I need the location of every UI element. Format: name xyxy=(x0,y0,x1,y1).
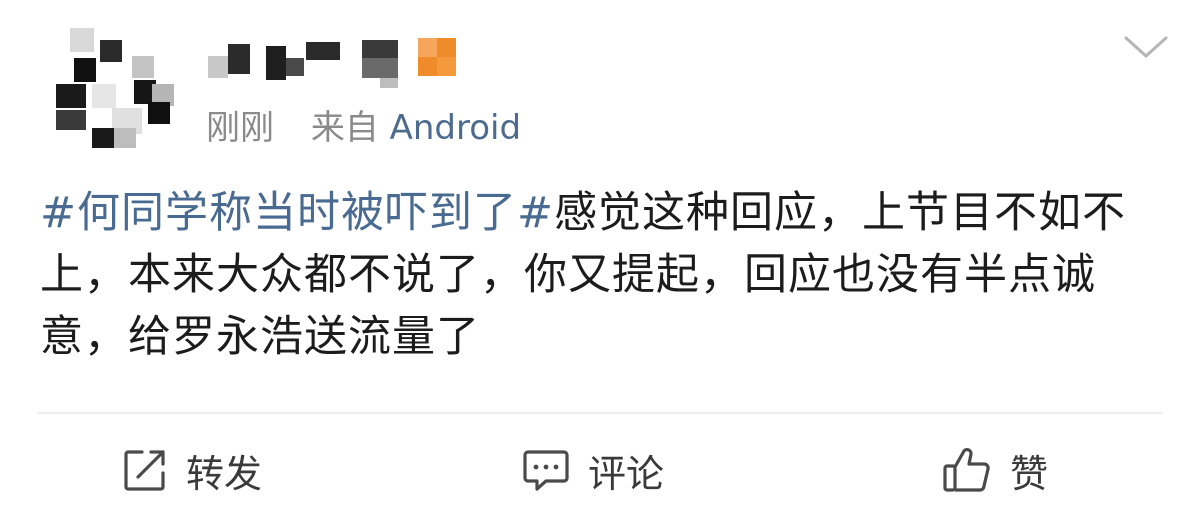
share-icon xyxy=(124,450,165,491)
avatar-pixel xyxy=(92,84,116,108)
avatar-pixel xyxy=(56,84,86,108)
comment-button[interactable]: 评论 xyxy=(522,438,664,502)
username-pixel xyxy=(266,46,286,80)
comment-label: 评论 xyxy=(588,451,665,496)
repost-button[interactable]: 转发 xyxy=(122,438,262,502)
comment-icon xyxy=(523,450,569,491)
avatar-pixel xyxy=(92,128,114,148)
post-time: 刚刚 xyxy=(206,108,274,148)
post-source-prefix: 来自 xyxy=(310,108,379,148)
thumbs-up-icon xyxy=(943,448,990,492)
username-pixel xyxy=(228,44,250,74)
avatar-pixel xyxy=(114,128,136,148)
username-pixel xyxy=(380,78,398,88)
username[interactable] xyxy=(206,36,466,88)
avatar-pixel xyxy=(148,102,170,124)
like-button[interactable]: 赞 xyxy=(942,438,1048,502)
avatar-pixel xyxy=(56,110,86,130)
username-pixel xyxy=(286,58,304,76)
repost-label: 转发 xyxy=(186,451,263,496)
username-pixel xyxy=(306,42,340,60)
post-source[interactable]: Android xyxy=(390,108,521,148)
vip-badge-svg xyxy=(418,38,456,76)
username-pixel xyxy=(362,58,398,78)
chevron-down-icon[interactable] xyxy=(1122,30,1170,62)
chevron-svg xyxy=(1124,36,1168,58)
username-pixel xyxy=(362,40,398,58)
avatar-pixel xyxy=(74,58,96,82)
post-content: #何同学称当时被吓到了#感觉这种回应，上节目不如不上，本来大众都不说了，你又提起… xyxy=(40,182,1160,368)
avatar[interactable] xyxy=(52,28,174,148)
avatar-pixel xyxy=(132,56,154,78)
username-pixel xyxy=(208,56,228,78)
divider xyxy=(38,412,1162,414)
vip-badge-icon xyxy=(418,38,456,76)
like-label: 赞 xyxy=(1010,451,1049,496)
topic-link[interactable]: #何同学称当时被吓到了# xyxy=(40,188,554,238)
post-meta: 刚刚 来自 Android xyxy=(206,106,521,150)
avatar-pixel xyxy=(70,28,94,52)
avatar-pixel xyxy=(100,40,122,62)
